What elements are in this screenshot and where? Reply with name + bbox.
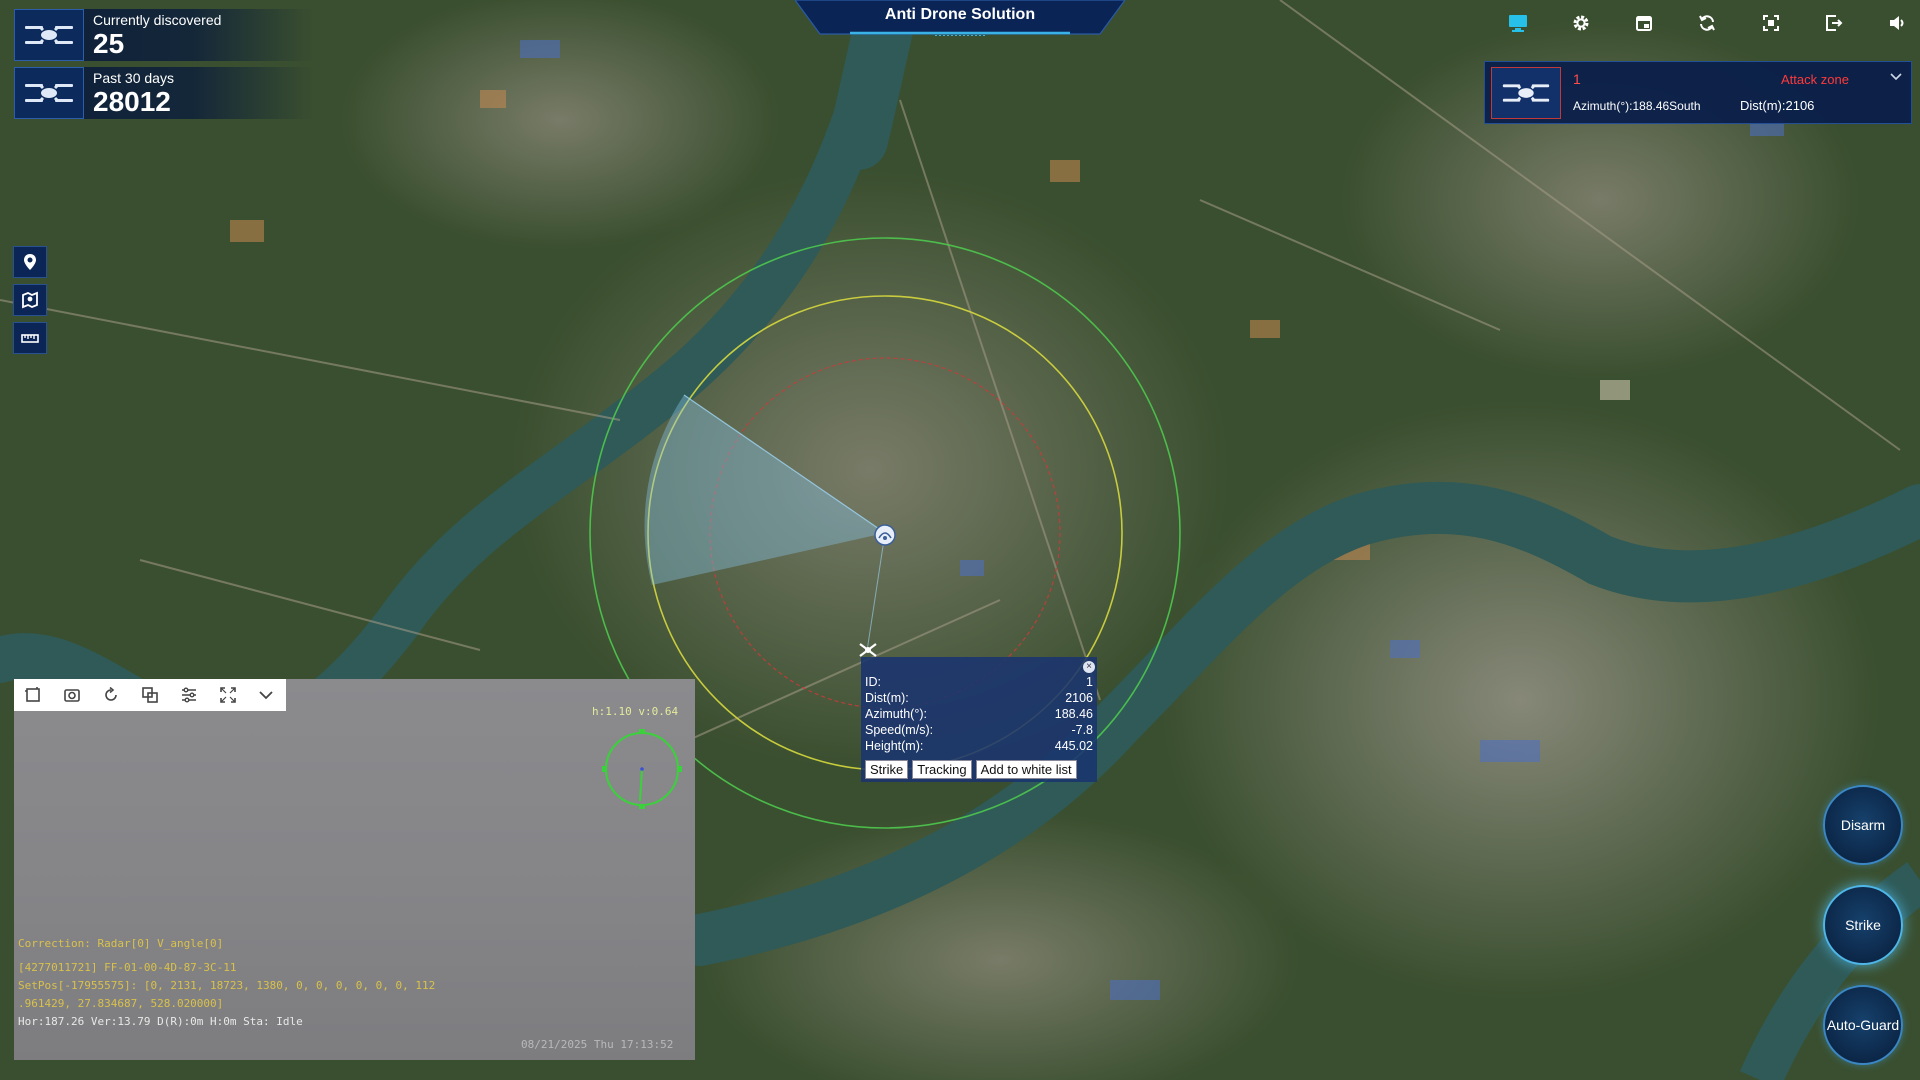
alert-zone: Attack zone (1781, 72, 1849, 87)
app-title-bar: Anti Drone Solution (795, 0, 1125, 36)
popup-row-dist: Dist(m): 2106 (865, 691, 1093, 707)
crop-icon[interactable] (20, 682, 46, 708)
popup-key: Azimuth(°): (865, 707, 927, 721)
drone-icon (14, 67, 84, 119)
chevron-down-icon[interactable] (253, 682, 279, 708)
auto-guard-button[interactable]: Auto-Guard (1823, 985, 1903, 1065)
calendar-icon[interactable] (1626, 5, 1662, 41)
stat-current: Currently discovered 25 (14, 9, 314, 61)
video-timestamp: 08/21/2025 Thu 17:13:52 (521, 1038, 674, 1051)
video-feed-panel[interactable]: h:1.10 v:0.64 Correction: Radar[0] V_ang… (14, 679, 695, 1060)
ptz-compass (602, 729, 682, 809)
overlay-device: [4277011721] FF-01-00-4D-87-3C-11 (18, 961, 237, 974)
stat-past-value: 28012 (93, 86, 171, 117)
popup-row-speed: Speed(m/s): -7.8 (865, 723, 1093, 739)
stat-past-label: Past 30 days (93, 70, 174, 86)
export-icon[interactable] (1816, 5, 1852, 41)
overlay-coords: .961429, 27.834687, 528.020000] (18, 997, 224, 1010)
stat-current-label: Currently discovered (93, 12, 222, 28)
strike-button[interactable]: Strike (865, 760, 909, 779)
top-toolbar (1500, 4, 1915, 42)
fullscreen-icon[interactable] (1753, 5, 1789, 41)
popup-value: 188.46 (1054, 707, 1093, 721)
pip-icon[interactable] (137, 682, 163, 708)
app-title: Anti Drone Solution (884, 6, 1036, 23)
alert-distance: Dist(m):2106 (1740, 98, 1815, 113)
sliders-icon[interactable] (176, 682, 202, 708)
map-layers-icon[interactable] (13, 284, 47, 316)
popup-row-azimuth: Azimuth(°): 188.46 (865, 707, 1093, 723)
add-to-whitelist-button[interactable]: Add to white list (975, 760, 1077, 779)
location-pin-icon[interactable] (13, 246, 47, 278)
video-toolbar (14, 679, 286, 711)
stat-past: Past 30 days 28012 (14, 67, 314, 119)
popup-value: -7.8 (1071, 723, 1093, 737)
expand-icon[interactable] (215, 682, 241, 708)
popup-value: 2106 (1065, 691, 1093, 705)
popup-value: 1 (1086, 675, 1093, 689)
alert-azimuth: Azimuth(°):188.46South (1573, 99, 1701, 113)
stat-current-value: 25 (93, 28, 125, 59)
strike-action-button[interactable]: Strike (1823, 885, 1903, 965)
zoom-readout: h:1.10 v:0.64 (592, 705, 679, 718)
monitor-icon[interactable] (1500, 5, 1536, 41)
popup-key: Speed(m/s): (865, 723, 934, 737)
target-info-popup: × ID: 1 Dist(m): 2106 Azimuth(°): 188.46… (861, 657, 1097, 782)
popup-key: Dist(m): (865, 691, 909, 705)
ruler-icon[interactable] (13, 322, 47, 354)
close-icon[interactable]: × (1083, 661, 1095, 673)
alert-card[interactable]: 1 Attack zone Azimuth(°):188.46South Dis… (1484, 61, 1912, 124)
drone-icon (14, 9, 84, 61)
tracking-button[interactable]: Tracking (912, 760, 972, 779)
refresh-icon[interactable] (1689, 5, 1725, 41)
popup-value: 445.02 (1054, 739, 1093, 753)
radar-station-icon[interactable] (874, 524, 896, 546)
overlay-status: Hor:187.26 Ver:13.79 D(R):0m H:0m Sta: I… (18, 1015, 303, 1028)
rotate-icon[interactable] (98, 682, 124, 708)
popup-row-height: Height(m): 445.02 (865, 739, 1093, 755)
camera-icon[interactable] (59, 682, 85, 708)
overlay-correction: Correction: Radar[0] V_angle[0] (18, 937, 224, 950)
popup-actions: Strike Tracking Add to white list (865, 760, 1077, 779)
popup-key: ID: (865, 675, 881, 689)
gear-icon[interactable] (1563, 5, 1599, 41)
chevron-down-icon[interactable] (1887, 68, 1905, 86)
alert-id: 1 (1573, 71, 1581, 87)
popup-key: Height(m): (865, 739, 924, 753)
overlay-setpos: SetPos[-17955575]: [0, 2131, 18723, 1380… (18, 979, 436, 992)
volume-icon[interactable] (1879, 5, 1915, 41)
drone-icon (1491, 67, 1561, 119)
popup-row-id: ID: 1 (865, 675, 1093, 691)
disarm-button[interactable]: Disarm (1823, 785, 1903, 865)
